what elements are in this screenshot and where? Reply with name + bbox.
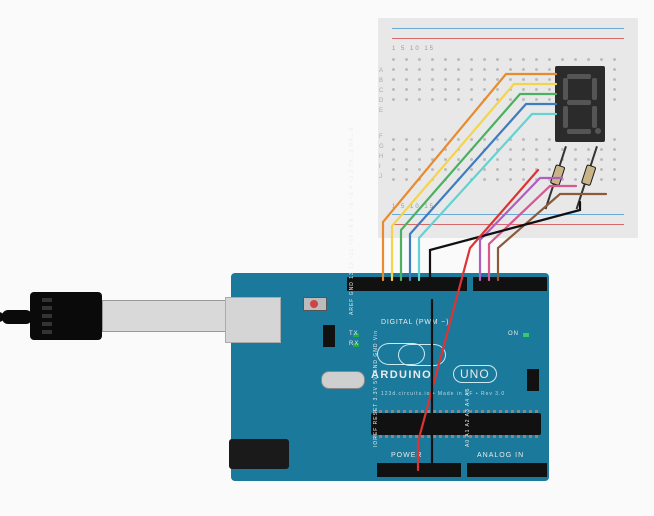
arduino-model: UNO (453, 365, 497, 383)
led-on (523, 333, 529, 337)
usb-plug-grip (42, 298, 52, 334)
analog-pins-text: A0 A1 A2 A3 A4 A5 (465, 388, 471, 447)
silkscreen-note: 123d.circuits.io • Made in SF • Rev 3.0 (381, 391, 505, 397)
led-tx-label: TX (349, 331, 359, 337)
segment-g (567, 100, 591, 105)
usb-cable (2, 310, 32, 324)
segment-f (563, 78, 568, 100)
led-on-label: ON (508, 331, 519, 337)
breadboard-power-rail-bottom (384, 210, 632, 232)
arduino-name: ARDUINO (371, 369, 432, 381)
barrel-jack[interactable] (229, 439, 289, 469)
crystal-oscillator (321, 371, 365, 389)
breadboard-power-rail-top (384, 24, 632, 46)
digital-section-label: DIGITAL (PWM ~) (381, 319, 449, 326)
power-pins-text: IOREF RESET 3.3V 5V GND GND Vin (373, 330, 379, 447)
led-rx-label: RX (349, 341, 359, 347)
power-header[interactable] (377, 463, 461, 477)
icsp2-header[interactable] (323, 325, 335, 347)
segment-b (592, 78, 597, 100)
breadboard-row-labels: ABCDE FGHIJ (379, 66, 384, 182)
digital-header-left[interactable] (347, 277, 467, 291)
segment-d (567, 129, 591, 134)
segment-a (567, 74, 591, 79)
seven-segment-display[interactable] (555, 66, 605, 142)
digital-header-right[interactable] (473, 277, 547, 291)
wiring-diagram: 1 5 10 15 1 5 10 15 ABCDE FGHIJ (0, 0, 654, 516)
usb-cable-plug[interactable] (30, 286, 240, 346)
breadboard-col-labels-bot: 1 5 10 15 (392, 204, 624, 210)
icsp-header[interactable] (527, 369, 539, 391)
segment-c (592, 106, 597, 128)
usb-b-port[interactable] (225, 297, 281, 343)
reset-button[interactable] (303, 297, 327, 311)
power-section-label: POWER (391, 452, 422, 459)
analog-header[interactable] (467, 463, 547, 477)
digital-pins-text: AREF GND 13 12 ~11 ~10 ~9 8 7 ~6 ~5 4 ~3… (349, 127, 355, 315)
atmega-chip (371, 413, 541, 435)
arduino-uno-board[interactable]: TX RX ON DIGITAL (PWM ~) POWER ANALOG IN… (231, 273, 549, 481)
arduino-logo-icon (377, 343, 425, 365)
segment-e (563, 106, 568, 128)
segment-dp (595, 128, 601, 134)
analog-section-label: ANALOG IN (477, 452, 524, 459)
usb-plug-body (30, 292, 102, 340)
usb-plug-metal (102, 300, 230, 332)
